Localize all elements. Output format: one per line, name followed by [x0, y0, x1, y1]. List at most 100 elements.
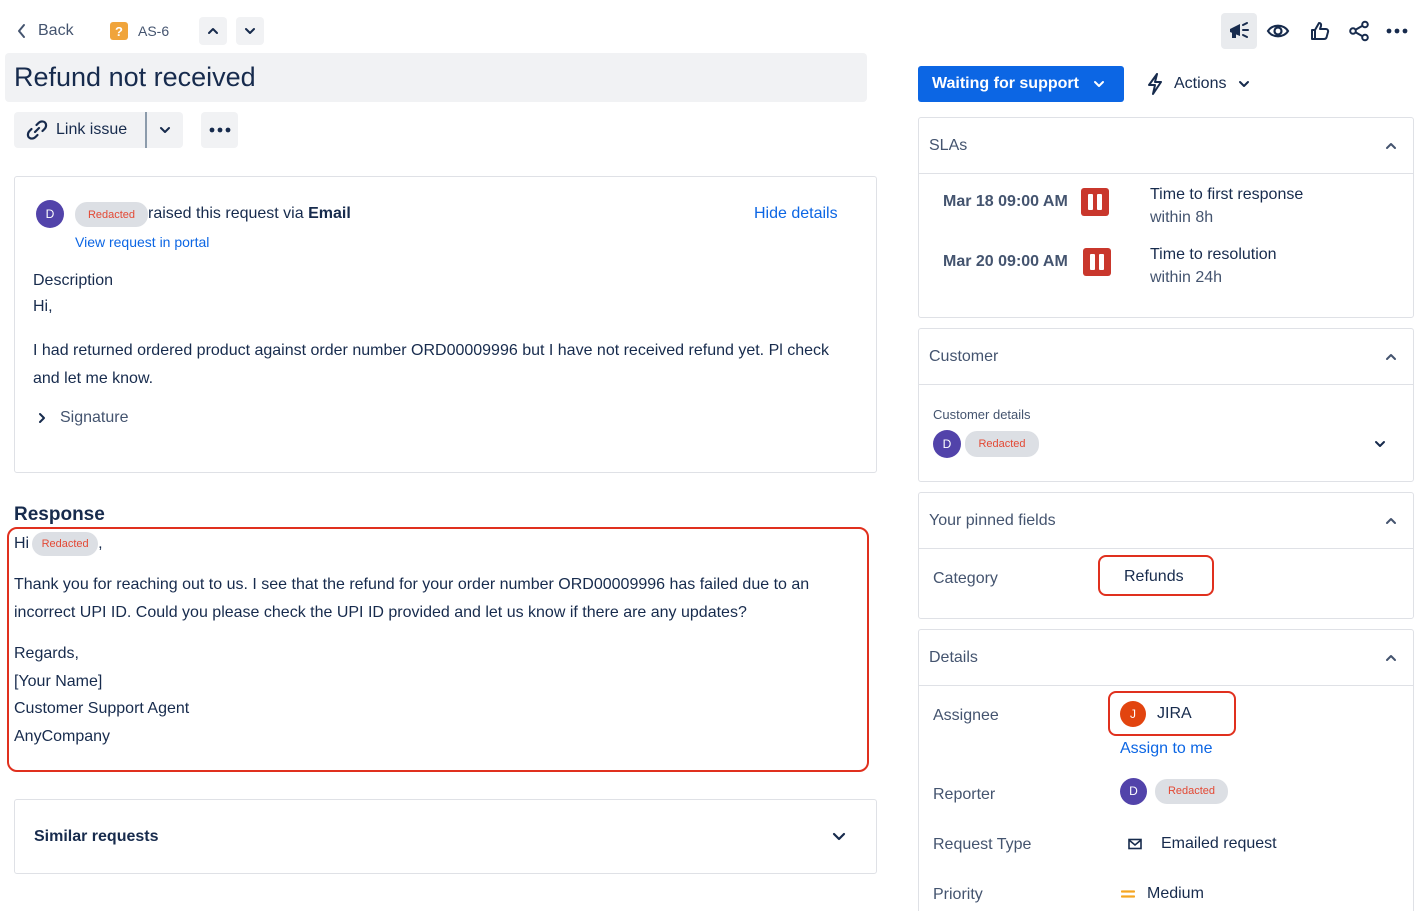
pause-bar [1088, 194, 1093, 210]
assign-to-me-link[interactable]: Assign to me [1120, 740, 1212, 758]
response-company: AnyCompany [14, 728, 111, 745]
back-button[interactable]: Back [16, 20, 74, 42]
response-comma: , [98, 535, 103, 552]
lightning-icon [1146, 73, 1164, 95]
sla-time-2: Mar 20 09:00 AM [943, 253, 1068, 270]
sla-target-1: within 8h [1150, 209, 1214, 226]
more-horizontal-icon [209, 127, 231, 133]
issue-title-field[interactable]: Refund not received [5, 53, 867, 102]
request-type-value: Emailed request [1161, 835, 1277, 852]
description-greeting: Hi, [33, 298, 53, 315]
signature-toggle[interactable]: Signature [38, 409, 129, 427]
slas-header[interactable]: SLAs [919, 118, 1413, 174]
previous-issue-button[interactable] [199, 17, 227, 45]
chevron-down-icon [1093, 80, 1105, 88]
avatar-initial: D [942, 437, 952, 451]
page-title: Refund not received [14, 62, 256, 92]
category-label: Category [933, 570, 998, 587]
sla-name-2: Time to resolution [1150, 246, 1277, 263]
assignee-name: JIRA [1157, 705, 1192, 722]
sla-time-1: Mar 18 09:00 AM [943, 193, 1068, 210]
watch-button[interactable] [1265, 19, 1291, 43]
response-regards: Regards, [14, 645, 79, 662]
actions-button[interactable]: Actions [1146, 72, 1250, 96]
share-button[interactable] [1346, 19, 1372, 43]
pause-bar [1090, 254, 1095, 270]
slas-title: SLAs [929, 136, 968, 154]
next-issue-button[interactable] [236, 17, 264, 45]
response-paragraph: Thank you for reaching out to us. I see … [14, 576, 810, 621]
response-greeting-line: Hi Redacted , [14, 531, 103, 557]
redacted-name: Redacted [965, 431, 1039, 457]
link-icon [26, 119, 48, 141]
avatar-initial: J [1130, 707, 1136, 721]
category-value[interactable]: Refunds [1124, 568, 1184, 586]
redacted-name: Redacted [1155, 778, 1228, 804]
back-label: Back [38, 22, 74, 39]
chevron-up-icon [1385, 142, 1397, 150]
link-issue-dropdown-button[interactable] [147, 112, 183, 148]
response-highlight [7, 527, 869, 772]
vote-button[interactable] [1307, 19, 1333, 43]
avatar: D [36, 200, 64, 228]
avatar-initial: D [45, 207, 55, 221]
issue-more-button[interactable] [201, 112, 238, 148]
response-your-name: [Your Name] [14, 673, 103, 690]
request-type-field[interactable]: Emailed request [1128, 834, 1277, 854]
channel-name: Email [308, 205, 351, 222]
assignee-field[interactable]: J JIRA [1120, 700, 1192, 728]
chevron-down-icon [244, 27, 256, 35]
reporter-field[interactable]: D Redacted [1120, 777, 1228, 805]
chevron-left-icon [16, 23, 26, 39]
chevron-right-icon [38, 412, 46, 424]
avatar-initial: D [1129, 784, 1138, 798]
raised-via-text: raised this request via Email [148, 205, 351, 223]
avatar: D [1120, 777, 1147, 805]
request-type-label: Request Type [933, 836, 1032, 853]
customer-title: Customer [929, 347, 999, 365]
sla-target-2: within 24h [1150, 269, 1223, 286]
eye-icon [1266, 22, 1290, 40]
avatar: J [1120, 701, 1146, 727]
more-actions-button[interactable] [1384, 19, 1410, 43]
redacted-name: Redacted [32, 532, 99, 556]
response-role: Customer Support Agent [14, 700, 190, 717]
details-title: Details [929, 648, 978, 666]
feedback-button[interactable] [1221, 13, 1257, 49]
share-icon [1348, 20, 1370, 42]
link-issue-label: Link issue [56, 121, 128, 138]
raised-text: raised this request via [148, 205, 304, 222]
sla-name-1: Time to first response [1150, 186, 1304, 203]
priority-field[interactable]: Medium [1121, 884, 1204, 904]
pause-bar [1097, 194, 1102, 210]
response-hi: Hi [14, 535, 30, 552]
pinned-fields-title: Your pinned fields [929, 511, 1056, 529]
envelope-icon [1128, 838, 1142, 850]
hide-details-link[interactable]: Hide details [754, 205, 838, 223]
status-button[interactable]: Waiting for support [918, 66, 1124, 102]
priority-value: Medium [1147, 885, 1204, 902]
link-issue-button[interactable]: Link issue [14, 112, 145, 148]
pinned-fields-header[interactable]: Your pinned fields [919, 493, 1413, 549]
pause-icon [1081, 188, 1109, 216]
view-portal-link[interactable]: View request in portal [75, 234, 209, 250]
similar-requests-panel[interactable]: Similar requests [14, 799, 877, 874]
details-header[interactable]: Details [919, 630, 1413, 686]
similar-requests-label: Similar requests [34, 827, 159, 845]
customer-expand-button[interactable] [1372, 437, 1388, 451]
description-body: I had returned ordered product against o… [33, 342, 830, 387]
actions-label: Actions [1174, 75, 1227, 92]
details-panel: Details [918, 629, 1414, 911]
megaphone-icon [1228, 21, 1250, 41]
customer-header[interactable]: Customer [919, 329, 1413, 385]
description-label: Description [33, 272, 114, 289]
more-horizontal-icon [1386, 28, 1408, 34]
chevron-up-icon [207, 27, 219, 35]
issue-key-link[interactable]: ? AS-6 [110, 21, 169, 41]
status-label: Waiting for support [932, 75, 1079, 92]
chevron-up-icon [1385, 517, 1397, 525]
thumbs-up-icon [1309, 20, 1331, 42]
issue-type-question-icon: ? [110, 22, 128, 40]
chevron-up-icon [1385, 654, 1397, 662]
chevron-down-icon [1374, 440, 1386, 448]
